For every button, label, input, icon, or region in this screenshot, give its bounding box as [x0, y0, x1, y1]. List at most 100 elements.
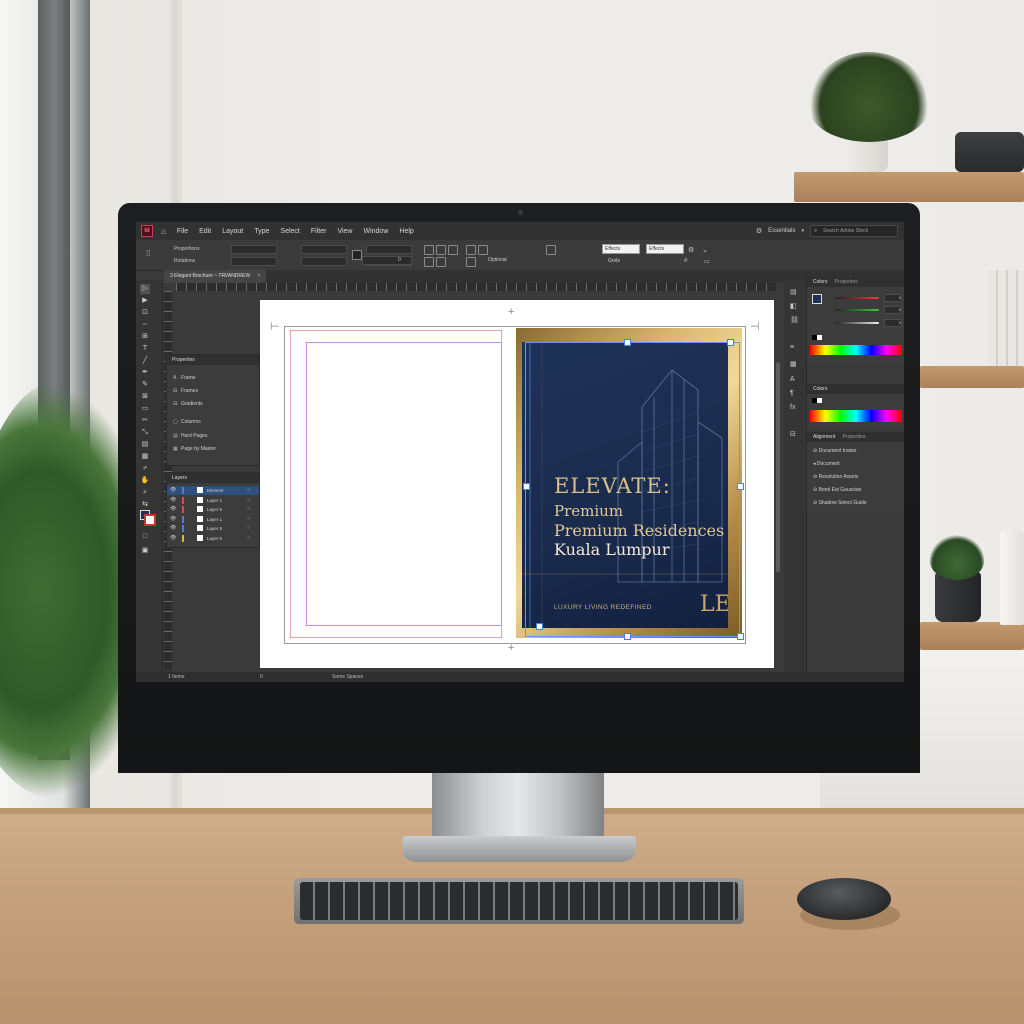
distribute-icon[interactable]: [424, 257, 434, 267]
pencil-tool-icon[interactable]: ✎: [140, 380, 150, 390]
layer-row[interactable]: 👁 Layer 1 ○: [167, 515, 259, 524]
layer-row[interactable]: 👁 Layer 5 ○: [167, 505, 259, 514]
pen-tool-icon[interactable]: ✒: [140, 368, 150, 378]
align-row-2[interactable]: ◂ Document: [813, 461, 840, 467]
lock-icon[interactable]: ○: [247, 515, 250, 524]
transform-tool-icon[interactable]: ⤡: [140, 428, 150, 438]
search-stock-input[interactable]: ⌕ Search Adobe Stock: [810, 225, 898, 237]
status-zoom[interactable]: 0: [260, 674, 263, 680]
lock-icon[interactable]: ○: [247, 524, 250, 533]
tab-colors[interactable]: Colors: [813, 279, 827, 285]
panel-row-columns[interactable]: ▢ Columns: [173, 419, 201, 425]
brochure-cover[interactable]: ELEVATE: Premium Premium Residences Kual…: [522, 342, 728, 628]
lock-icon[interactable]: ○: [247, 486, 250, 495]
rectangle-tool-icon[interactable]: ▭: [140, 404, 150, 414]
effects-dropdown-a[interactable]: Effects: [602, 244, 640, 254]
layer-row[interactable]: 👁 Layer 5 ○: [167, 524, 259, 533]
brochure-line-1[interactable]: Premium: [554, 502, 623, 520]
handle-top-middle[interactable]: [624, 339, 631, 346]
panel-row-master[interactable]: ▦ Page by Master: [173, 446, 216, 452]
vertical-scrollbar[interactable]: [776, 362, 780, 572]
color-spectrum[interactable]: [810, 345, 902, 355]
green-slider[interactable]: [835, 309, 879, 311]
lock-icon[interactable]: ○: [247, 496, 250, 505]
flip-icon[interactable]: [466, 245, 476, 255]
frame-fit-icon[interactable]: #: [684, 258, 687, 264]
menu-edit[interactable]: Edit: [199, 228, 211, 235]
green-value[interactable]: 0: [884, 306, 902, 314]
menu-type[interactable]: Type: [254, 228, 269, 235]
eye-icon[interactable]: 👁: [170, 486, 176, 495]
character-panel-icon[interactable]: A: [790, 376, 795, 383]
menu-select[interactable]: Select: [280, 228, 299, 235]
pages-panel-icon[interactable]: ▤: [790, 288, 797, 296]
constrain-icon[interactable]: [352, 250, 362, 260]
horizontal-ruler[interactable]: [176, 283, 776, 291]
align-right-icon[interactable]: [448, 245, 458, 255]
note-tool-icon[interactable]: ▦: [140, 452, 150, 462]
status-spaces[interactable]: Some Spaces: [332, 674, 363, 680]
stroke-icon[interactable]: [546, 245, 556, 255]
menu-view[interactable]: View: [337, 228, 352, 235]
screen-mode-icon[interactable]: ▣: [140, 546, 150, 556]
layers-panel-icon[interactable]: ◧: [790, 302, 797, 310]
menu-window[interactable]: Window: [363, 228, 388, 235]
grids-dropdown[interactable]: Grids: [608, 258, 620, 264]
apply-color-icon[interactable]: □: [140, 532, 150, 542]
align-panel-icon[interactable]: ⊟: [790, 430, 796, 438]
panel-row-frames[interactable]: ⊟ Frames: [173, 388, 198, 394]
home-icon[interactable]: ⌂: [161, 227, 166, 236]
scissors-tool-icon[interactable]: ✂: [140, 416, 150, 426]
eye-icon[interactable]: 👁: [170, 524, 176, 533]
menu-filter[interactable]: Filter: [311, 228, 327, 235]
effects-dropdown-b[interactable]: Effects: [646, 244, 684, 254]
x-field[interactable]: [231, 245, 277, 254]
gear-icon[interactable]: ⚙: [688, 246, 694, 254]
reference-point-icon[interactable]: ⁞⁞: [146, 249, 150, 258]
optional-dropdown[interactable]: Optional: [488, 257, 507, 263]
layer-row[interactable]: 👁 Layer 1 ○: [167, 496, 259, 505]
tab-alignment[interactable]: Alignment: [813, 434, 835, 440]
layer-row[interactable]: 👁 Element ○: [167, 486, 259, 495]
tab-swatches[interactable]: Colors: [813, 386, 827, 392]
lock-icon[interactable]: ○: [247, 534, 250, 543]
eye-icon[interactable]: 👁: [170, 534, 176, 543]
handle-bottom-right[interactable]: [737, 633, 744, 640]
align-row-5[interactable]: ⊖ Shadow Select Guide: [813, 500, 867, 506]
tab-align-properties[interactable]: Properties: [843, 434, 866, 440]
handle-middle-right[interactable]: [737, 483, 744, 490]
tab-properties[interactable]: Properties: [835, 279, 858, 285]
align-row-3[interactable]: ⊖ Resolution Assets: [813, 474, 858, 480]
panel-row-hard-pages[interactable]: ▤ Hard Pages: [173, 433, 207, 439]
handle-top-right[interactable]: [727, 339, 734, 346]
align-center-icon[interactable]: [436, 245, 446, 255]
black-white-swatch[interactable]: [812, 335, 822, 340]
wrap-icon[interactable]: [478, 245, 488, 255]
brochure-line-2[interactable]: Premium Residences: [554, 521, 724, 540]
workspace-switcher[interactable]: Essentials: [768, 228, 795, 234]
gpu-icon[interactable]: ⚙: [756, 227, 762, 235]
align-left-icon[interactable]: [424, 245, 434, 255]
menu-layout[interactable]: Layout: [222, 228, 243, 235]
hand-tool-icon[interactable]: ✋: [140, 476, 150, 486]
menu-file[interactable]: File: [177, 228, 188, 235]
red-slider[interactable]: [835, 297, 879, 299]
paragraph-panel-icon[interactable]: ¶: [790, 390, 794, 397]
layer-row[interactable]: 👁 Layer 5 ○: [167, 534, 259, 543]
menu-help[interactable]: Help: [399, 228, 413, 235]
none-swatch[interactable]: [812, 398, 822, 403]
gradient-tool-icon[interactable]: ▤: [140, 440, 150, 450]
eye-icon[interactable]: 👁: [170, 496, 176, 505]
zoom-tool-icon[interactable]: ⌕: [140, 488, 150, 498]
effects-panel-icon[interactable]: fx: [790, 404, 795, 411]
w-field[interactable]: [301, 245, 347, 254]
content-collector-icon[interactable]: ⊞: [140, 332, 150, 342]
chevron-down-icon[interactable]: ▾: [801, 228, 804, 234]
stroke-panel-icon[interactable]: ≡: [790, 344, 794, 351]
chevron-icon[interactable]: ⌄: [702, 246, 708, 254]
eyedropper-tool-icon[interactable]: ⌿: [140, 464, 150, 474]
align-row-4[interactable]: ⊖ Bond Est Gaussian: [813, 487, 861, 493]
lock-icon[interactable]: ○: [247, 505, 250, 514]
panel-row-gradients[interactable]: ⊟ Gradients: [173, 401, 203, 407]
default-colors-icon[interactable]: ⇆: [140, 500, 150, 510]
